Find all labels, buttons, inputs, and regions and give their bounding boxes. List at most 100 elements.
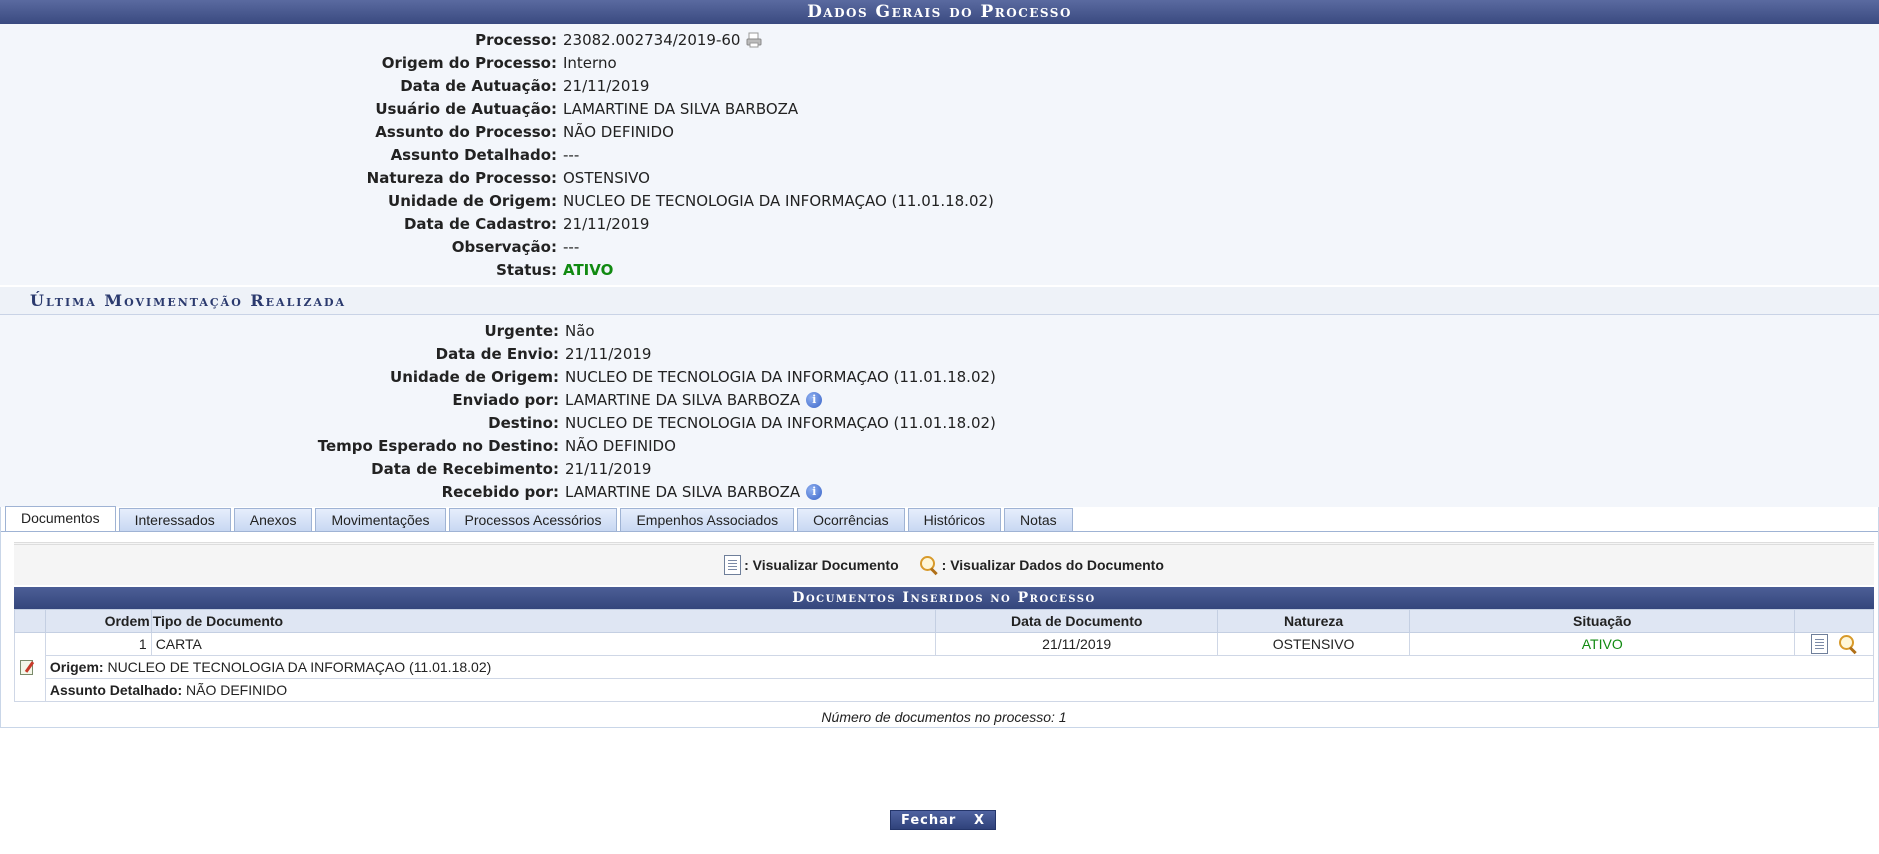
table-row-origem: Origem: NUCLEO DE TECNOLOGIA DA INFORMAÇ… <box>15 655 1875 679</box>
tab-bar: Documentos Interessados Anexos Movimenta… <box>1 506 1878 532</box>
tab-notas[interactable]: Notas <box>1004 508 1073 531</box>
row-data-autuacao: Data de Autuação: 21/11/2019 <box>0 74 1879 97</box>
label-mov-unidade-origem: Unidade de Origem: <box>390 367 559 386</box>
value-processo: 23082.002734/2019-60 <box>563 30 741 49</box>
close-button[interactable]: Fechar X <box>890 810 996 830</box>
value-data-cadastro: 21/11/2019 <box>563 214 650 233</box>
icon-legend: : Visualizar Documento : Visualizar Dado… <box>14 542 1874 585</box>
table-row: 1 CARTA 21/11/2019 OSTENSIVO ATIVO <box>14 632 1874 702</box>
info-icon[interactable]: i <box>806 483 823 500</box>
close-icon: X <box>973 812 985 828</box>
col-tipo: Tipo de Documento <box>150 609 937 633</box>
origem-label: Origem: <box>49 659 104 675</box>
row-processo: Processo: 23082.002734/2019-60 <box>0 28 1879 51</box>
documents-count: Número de documentos no processo: 1 <box>821 709 1067 725</box>
tab-anexos[interactable]: Anexos <box>233 508 313 531</box>
assunto-label: Assunto Detalhado: <box>49 682 183 698</box>
row-assunto-detalhado: Assunto Detalhado: --- <box>0 143 1879 166</box>
cell-data: 21/11/2019 <box>935 632 1219 656</box>
value-urgente: Não <box>565 321 595 340</box>
general-data-section: Processo: 23082.002734/2019-60 Origem do… <box>0 24 1879 285</box>
value-natureza-processo: OSTENSIVO <box>563 168 650 187</box>
view-document-data-icon[interactable] <box>1838 634 1858 654</box>
label-urgente: Urgente: <box>484 321 559 340</box>
view-document-icon[interactable] <box>1810 634 1828 654</box>
cell-origem: Origem: NUCLEO DE TECNOLOGIA DA INFORMAÇ… <box>44 655 1875 679</box>
label-assunto-detalhado: Assunto Detalhado: <box>390 145 557 164</box>
col-situacao: Situação <box>1409 609 1796 633</box>
value-destino: NUCLEO DE TECNOLOGIA DA INFORMAÇAO (11.0… <box>565 413 996 432</box>
value-observacao: --- <box>563 237 580 256</box>
documents-table-title: Documentos Inseridos no Processo <box>14 587 1874 609</box>
row-assunto-processo: Assunto do Processo: NÃO DEFINIDO <box>0 120 1879 143</box>
edit-icon[interactable] <box>19 658 35 675</box>
cell-assunto: Assunto Detalhado: NÃO DEFINIDO <box>44 678 1875 702</box>
legend-view-document: : Visualizar Documento <box>724 555 899 575</box>
value-data-autuacao: 21/11/2019 <box>563 76 650 95</box>
value-unidade-origem: NUCLEO DE TECNOLOGIA DA INFORMAÇAO (11.0… <box>563 191 994 210</box>
value-usuario-autuacao: LAMARTINE DA SILVA BARBOZA <box>563 99 799 118</box>
documents-tab-content: : Visualizar Documento : Visualizar Dado… <box>1 532 1878 727</box>
legend-view-document-data: : Visualizar Dados do Documento <box>919 555 1164 575</box>
label-assunto-processo: Assunto do Processo: <box>375 122 557 141</box>
assunto-value: NÃO DEFINIDO <box>186 682 288 698</box>
tab-processos-acessorios[interactable]: Processos Acessórios <box>448 508 618 531</box>
row-mov-unidade-origem: Unidade de Origem: NUCLEO DE TECNOLOGIA … <box>0 365 1879 388</box>
tab-interessados[interactable]: Interessados <box>118 508 231 531</box>
row-data-envio: Data de Envio: 21/11/2019 <box>0 342 1879 365</box>
value-origem-processo: Interno <box>563 53 617 72</box>
value-data-envio: 21/11/2019 <box>565 344 652 363</box>
page-title: Dados Gerais do Processo <box>0 0 1879 24</box>
cell-natureza: OSTENSIVO <box>1217 632 1411 656</box>
label-enviado-por: Enviado por: <box>452 390 559 409</box>
magnifier-icon <box>919 555 939 575</box>
tab-ocorrencias[interactable]: Ocorrências <box>797 508 905 531</box>
tab-empenhos-associados[interactable]: Empenhos Associados <box>620 508 795 531</box>
label-destino: Destino: <box>488 413 559 432</box>
row-origem-processo: Origem do Processo: Interno <box>0 51 1879 74</box>
print-icon[interactable] <box>746 32 762 48</box>
row-observacao: Observação: --- <box>0 235 1879 258</box>
row-usuario-autuacao: Usuário de Autuação: LAMARTINE DA SILVA … <box>0 97 1879 120</box>
info-icon[interactable]: i <box>806 391 823 408</box>
label-natureza-processo: Natureza do Processo: <box>366 168 557 187</box>
close-button-label: Fechar <box>901 812 957 828</box>
row-destino: Destino: NUCLEO DE TECNOLOGIA DA INFORMA… <box>0 411 1879 434</box>
row-recebido-por: Recebido por: LAMARTINE DA SILVA BARBOZA… <box>0 480 1879 503</box>
movement-section-title: Última Movimentação Realizada <box>0 287 1879 315</box>
label-data-envio: Data de Envio: <box>435 344 559 363</box>
table-header-row: Ordem Tipo de Documento Data de Document… <box>14 609 1874 633</box>
col-data: Data de Documento <box>935 609 1219 633</box>
row-status: Status: ATIVO <box>0 258 1879 281</box>
status-badge: ATIVO <box>563 260 614 279</box>
row-urgente: Urgente: Não <box>0 319 1879 342</box>
table-row-assunto: Assunto Detalhado: NÃO DEFINIDO <box>15 678 1875 702</box>
value-recebido-por: LAMARTINE DA SILVA BARBOZA <box>565 482 801 501</box>
tab-historicos[interactable]: Históricos <box>907 508 1002 531</box>
label-unidade-origem: Unidade de Origem: <box>388 191 557 210</box>
cell-situacao: ATIVO <box>1409 632 1796 656</box>
tab-movimentacoes[interactable]: Movimentações <box>315 508 446 531</box>
label-data-recebimento: Data de Recebimento: <box>371 459 559 478</box>
row-tempo-esperado: Tempo Esperado no Destino: NÃO DEFINIDO <box>0 434 1879 457</box>
row-natureza-processo: Natureza do Processo: OSTENSIVO <box>0 166 1879 189</box>
movement-section: Urgente: Não Data de Envio: 21/11/2019 U… <box>0 315 1879 507</box>
col-natureza: Natureza <box>1217 609 1411 633</box>
label-observacao: Observação: <box>451 237 557 256</box>
label-status: Status: <box>496 260 557 279</box>
tabs-panel: Documentos Interessados Anexos Movimenta… <box>0 506 1879 728</box>
origem-value: NUCLEO DE TECNOLOGIA DA INFORMAÇAO (11.0… <box>107 659 492 675</box>
row-enviado-por: Enviado por: LAMARTINE DA SILVA BARBOZA … <box>0 388 1879 411</box>
value-enviado-por: LAMARTINE DA SILVA BARBOZA <box>565 390 801 409</box>
value-mov-unidade-origem: NUCLEO DE TECNOLOGIA DA INFORMAÇAO (11.0… <box>565 367 996 386</box>
label-usuario-autuacao: Usuário de Autuação: <box>375 99 557 118</box>
value-assunto-processo: NÃO DEFINIDO <box>563 122 674 141</box>
label-processo: Processo: <box>475 30 557 49</box>
col-icon <box>14 609 46 633</box>
legend-view-data-label: : Visualizar Dados do Documento <box>941 557 1164 573</box>
value-tempo-esperado: NÃO DEFINIDO <box>565 436 676 455</box>
tab-documentos[interactable]: Documentos <box>5 506 116 531</box>
cell-tipo: CARTA <box>150 632 937 656</box>
label-recebido-por: Recebido por: <box>441 482 559 501</box>
value-data-recebimento: 21/11/2019 <box>565 459 652 478</box>
